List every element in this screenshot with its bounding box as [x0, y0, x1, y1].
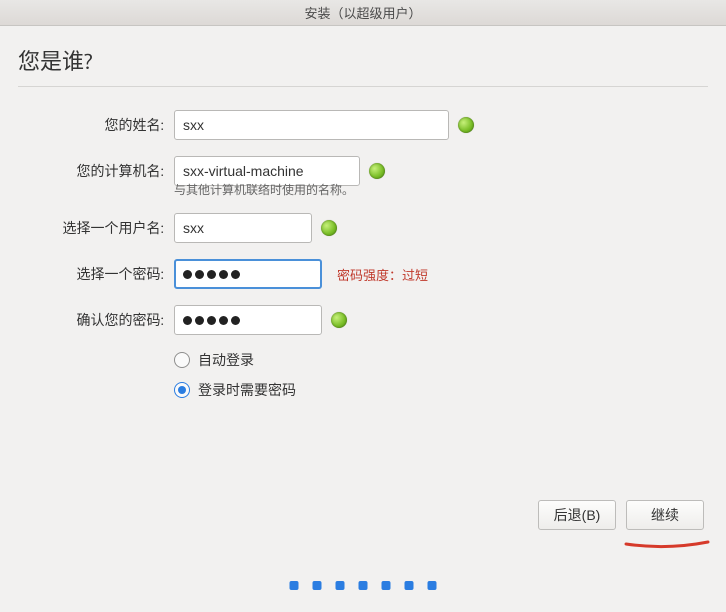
password-strength-text: 密码强度：过短	[337, 265, 428, 284]
radio-require-password-row: 登录时需要密码	[174, 380, 708, 400]
progress-dot	[359, 581, 368, 590]
check-icon	[331, 312, 347, 328]
user-form: 您的姓名: 您的计算机名: 与其他计算机联络时使用的名称。 选择一个用户名: 选…	[26, 109, 708, 400]
continue-button[interactable]: 继续	[626, 500, 704, 530]
confirm-password-masked	[183, 316, 240, 325]
row-password: 选择一个密码: 密码强度：过短	[26, 258, 708, 290]
footer-buttons: 后退(B) 继续	[538, 500, 704, 530]
password-masked	[183, 270, 240, 279]
progress-dot	[313, 581, 322, 590]
check-icon	[321, 220, 337, 236]
progress-dot	[290, 581, 299, 590]
check-icon	[369, 163, 385, 179]
back-button[interactable]: 后退(B)	[538, 500, 616, 530]
progress-indicator	[290, 581, 437, 590]
label-confirm: 确认您的密码:	[26, 312, 164, 329]
divider	[18, 86, 708, 87]
name-input[interactable]	[174, 110, 449, 140]
progress-dot	[336, 581, 345, 590]
row-name: 您的姓名:	[26, 109, 708, 141]
page-title: 您是谁?	[18, 44, 708, 76]
window-title: 安装（以超级用户）	[304, 3, 421, 22]
window-titlebar: 安装（以超级用户）	[0, 0, 726, 26]
radio-require-password[interactable]	[174, 382, 190, 398]
hostname-hint: 与其他计算机联络时使用的名称。	[174, 181, 708, 198]
progress-dot	[428, 581, 437, 590]
label-username: 选择一个用户名:	[26, 220, 164, 237]
progress-dot	[405, 581, 414, 590]
annotation-mark	[624, 536, 710, 546]
confirm-password-input[interactable]	[174, 305, 322, 335]
progress-dot	[382, 581, 391, 590]
radio-auto-login-row: 自动登录	[174, 350, 708, 370]
label-name: 您的姓名:	[26, 117, 164, 134]
username-input[interactable]	[174, 213, 312, 243]
label-hostname: 您的计算机名:	[26, 163, 164, 180]
check-icon	[458, 117, 474, 133]
radio-auto-login[interactable]	[174, 352, 190, 368]
label-password: 选择一个密码:	[26, 266, 164, 283]
content-area: 您是谁? 您的姓名: 您的计算机名: 与其他计算机联络时使用的名称。 选择一个用…	[0, 26, 726, 400]
row-username: 选择一个用户名:	[26, 212, 708, 244]
row-confirm: 确认您的密码:	[26, 304, 708, 336]
password-input[interactable]	[174, 259, 322, 289]
radio-require-password-label: 登录时需要密码	[198, 380, 296, 400]
radio-auto-login-label: 自动登录	[198, 350, 254, 370]
